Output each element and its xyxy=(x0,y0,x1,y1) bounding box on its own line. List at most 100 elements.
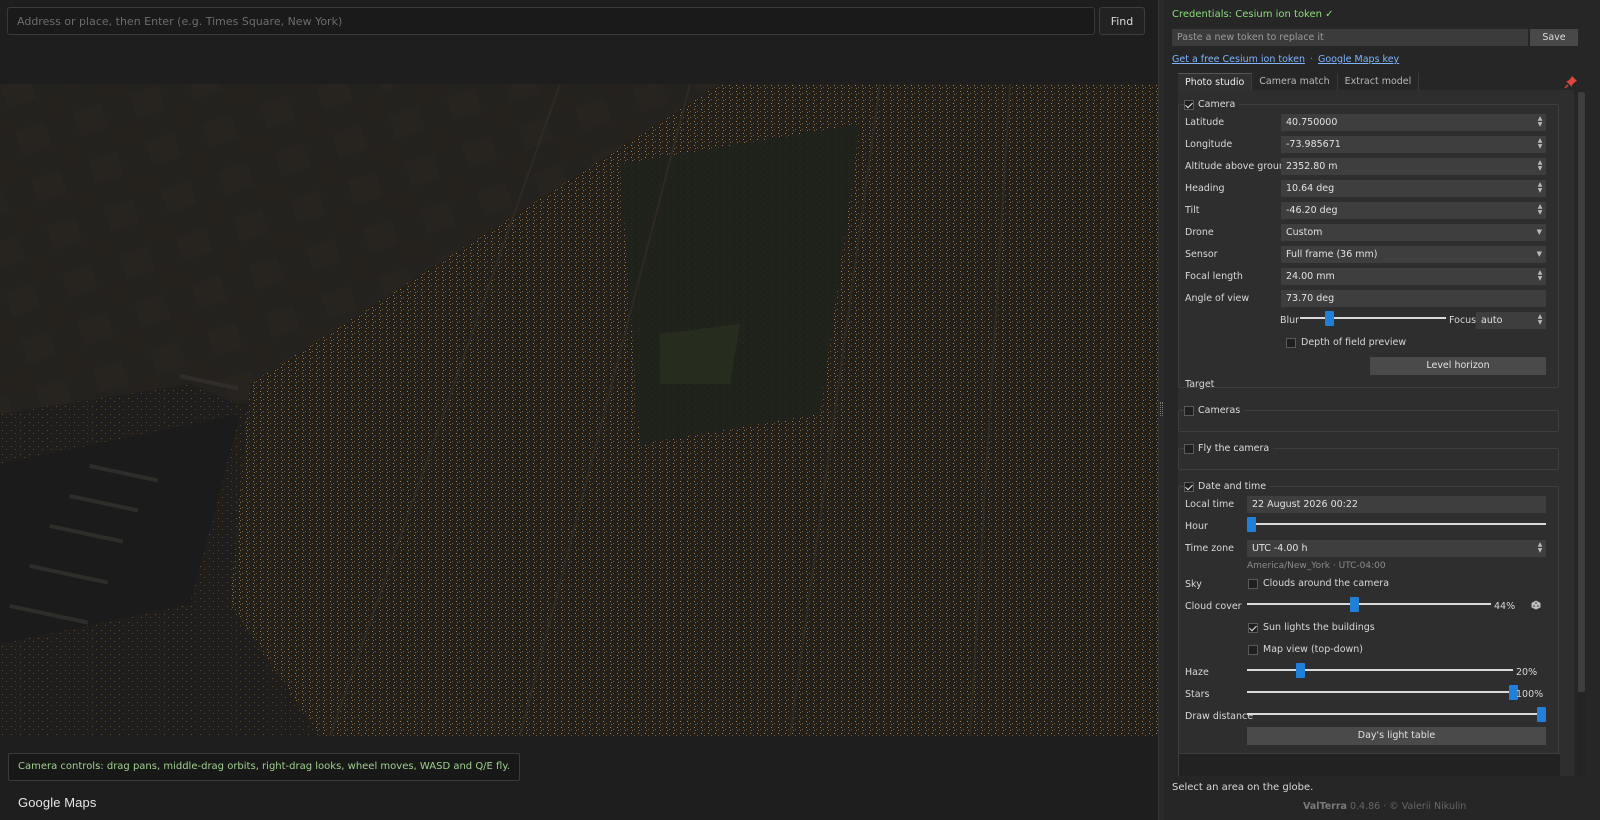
pin-icon[interactable] xyxy=(1564,75,1578,89)
tab-photo-studio[interactable]: Photo studio xyxy=(1178,73,1253,90)
link-separator: · xyxy=(1309,54,1313,65)
next-section-header[interactable] xyxy=(1179,753,1560,776)
dof-label: Depth of field preview xyxy=(1301,337,1407,348)
hour-track xyxy=(1247,523,1546,525)
find-button[interactable]: Find xyxy=(1099,7,1145,35)
time-zone-info: America/New_York · UTC-04:00 xyxy=(1247,561,1386,571)
focal-length-label: Focal length xyxy=(1185,271,1243,282)
sensor-select[interactable]: Full frame (36 mm) ▼ xyxy=(1281,246,1546,263)
globe-viewport[interactable] xyxy=(0,84,1158,736)
cloud-cover-slider[interactable] xyxy=(1247,597,1491,612)
google-maps-logo: Google Maps xyxy=(18,795,97,810)
camera-group-header[interactable]: Camera xyxy=(1184,98,1240,111)
draw-distance-slider[interactable] xyxy=(1247,707,1546,722)
focal-length-value: 24.00 mm xyxy=(1286,271,1335,282)
blur-slider[interactable] xyxy=(1300,311,1446,326)
spin-arrows-icon[interactable]: ▲ ▼ xyxy=(1537,182,1543,195)
token-input[interactable] xyxy=(1172,29,1528,46)
map-view-option[interactable]: Map view (top-down) xyxy=(1248,644,1363,655)
sun-lights-label: Sun lights the buildings xyxy=(1263,622,1375,633)
time-zone-label: Time zone xyxy=(1185,543,1234,554)
tilt-label: Tilt xyxy=(1185,205,1200,216)
hour-thumb[interactable] xyxy=(1247,517,1257,532)
dice-icon[interactable] xyxy=(1531,600,1541,610)
draw-distance-thumb[interactable] xyxy=(1537,707,1546,722)
sun-lights-option[interactable]: Sun lights the buildings xyxy=(1248,622,1375,633)
altitude-spinbox[interactable]: 2352.80 m ▲ ▼ xyxy=(1281,158,1546,175)
angle-of-view-field[interactable]: 73.70 deg xyxy=(1281,290,1546,307)
cloud-cover-value: 44% xyxy=(1494,601,1516,612)
sensor-label: Sensor xyxy=(1185,249,1218,260)
save-token-button[interactable]: Save xyxy=(1530,29,1578,46)
scrollbar-thumb[interactable] xyxy=(1578,92,1585,692)
altitude-value: 2352.80 m xyxy=(1286,161,1338,172)
light-table-button[interactable]: Day's light table xyxy=(1247,727,1546,745)
heading-spinbox[interactable]: 10.64 deg ▲ ▼ xyxy=(1281,180,1546,197)
blur-thumb[interactable] xyxy=(1325,311,1335,326)
focus-spinbox[interactable]: auto ▲ ▼ xyxy=(1476,312,1546,329)
local-time-field[interactable]: 22 August 2026 00:22 xyxy=(1247,496,1546,513)
latitude-spinbox[interactable]: 40.750000 ▲ ▼ xyxy=(1281,114,1546,131)
fly-camera-group-header[interactable]: Fly the camera xyxy=(1184,442,1274,455)
dof-option[interactable]: Depth of field preview xyxy=(1286,337,1406,348)
spin-arrows-icon[interactable]: ▲ ▼ xyxy=(1537,160,1543,173)
tilt-spinbox[interactable]: -46.20 deg ▲ ▼ xyxy=(1281,202,1546,219)
panel-tabs: Photo studio Camera match Extract model xyxy=(1178,73,1586,90)
focal-length-spinbox[interactable]: 24.00 mm ▲ ▼ xyxy=(1281,268,1546,285)
time-zone-spinbox[interactable]: UTC -4.00 h ▲ ▼ xyxy=(1247,540,1546,557)
app-name: ValTerra xyxy=(1303,801,1347,812)
globe-area: Find xyxy=(0,0,1158,820)
fly-camera-checkbox[interactable] xyxy=(1184,443,1194,454)
settings-panel: Credentials: Cesium ion token ✓ Save Get… xyxy=(1164,0,1600,820)
spin-arrows-icon[interactable]: ▲ ▼ xyxy=(1537,270,1543,283)
haze-label: Haze xyxy=(1185,667,1209,678)
heading-label: Heading xyxy=(1185,183,1225,194)
search-input[interactable] xyxy=(7,7,1095,35)
cameras-group: Cameras xyxy=(1178,404,1559,432)
panel-scrollbar[interactable] xyxy=(1577,90,1586,776)
spin-arrows-icon[interactable]: ▲ ▼ xyxy=(1537,116,1543,129)
spin-arrows-icon[interactable]: ▲ ▼ xyxy=(1537,542,1543,555)
cesium-token-link[interactable]: Get a free Cesium ion token xyxy=(1172,54,1305,65)
dof-checkbox[interactable] xyxy=(1286,337,1296,348)
map-view-label: Map view (top-down) xyxy=(1263,644,1364,655)
sun-lights-checkbox[interactable] xyxy=(1248,622,1258,633)
local-time-label: Local time xyxy=(1185,499,1235,510)
cameras-group-title: Cameras xyxy=(1198,405,1241,416)
hour-slider[interactable] xyxy=(1247,517,1546,532)
stars-slider[interactable] xyxy=(1247,685,1518,700)
camera-controls-hint: Camera controls: drag pans, middle-drag … xyxy=(8,753,521,781)
spin-arrows-icon[interactable]: ▲ ▼ xyxy=(1537,314,1543,327)
cameras-checkbox[interactable] xyxy=(1184,405,1194,416)
splitter-grip-icon xyxy=(1160,402,1163,416)
drone-value: Custom xyxy=(1286,227,1323,238)
tab-camera-match[interactable]: Camera match xyxy=(1252,73,1338,90)
longitude-spinbox[interactable]: -73.985671 ▲ ▼ xyxy=(1281,136,1546,153)
date-time-group-header[interactable]: Date and time xyxy=(1184,480,1271,493)
spin-arrows-icon[interactable]: ▲ ▼ xyxy=(1537,138,1543,151)
sensor-value: Full frame (36 mm) xyxy=(1286,249,1378,260)
camera-group: Camera Latitude 40.750000 ▲ ▼ Longitude -… xyxy=(1178,98,1559,390)
haze-thumb[interactable] xyxy=(1296,663,1306,678)
google-maps-key-link[interactable]: Google Maps key xyxy=(1318,54,1399,65)
cloud-cover-label: Cloud cover xyxy=(1185,601,1242,612)
spin-arrows-icon[interactable]: ▲ ▼ xyxy=(1537,204,1543,217)
haze-slider[interactable] xyxy=(1247,663,1513,678)
blur-track xyxy=(1300,317,1446,319)
clouds-checkbox[interactable] xyxy=(1248,578,1258,589)
date-time-checkbox[interactable] xyxy=(1184,481,1194,492)
longitude-label: Longitude xyxy=(1185,139,1233,150)
clouds-label: Clouds around the camera xyxy=(1263,578,1390,589)
cameras-group-header[interactable]: Cameras xyxy=(1184,404,1245,417)
level-horizon-button[interactable]: Level horizon xyxy=(1370,357,1546,375)
heading-value: 10.64 deg xyxy=(1286,183,1335,194)
tab-extract-model[interactable]: Extract model xyxy=(1338,73,1420,90)
drone-select[interactable]: Custom ▼ xyxy=(1281,224,1546,241)
haze-track xyxy=(1247,669,1513,671)
cloud-cover-thumb[interactable] xyxy=(1350,597,1360,612)
status-message: Select an area on the globe. xyxy=(1172,782,1314,793)
city-night-render xyxy=(0,84,1158,736)
camera-checkbox[interactable] xyxy=(1184,99,1194,110)
map-view-checkbox[interactable] xyxy=(1248,644,1258,655)
clouds-option[interactable]: Clouds around the camera xyxy=(1248,578,1389,589)
